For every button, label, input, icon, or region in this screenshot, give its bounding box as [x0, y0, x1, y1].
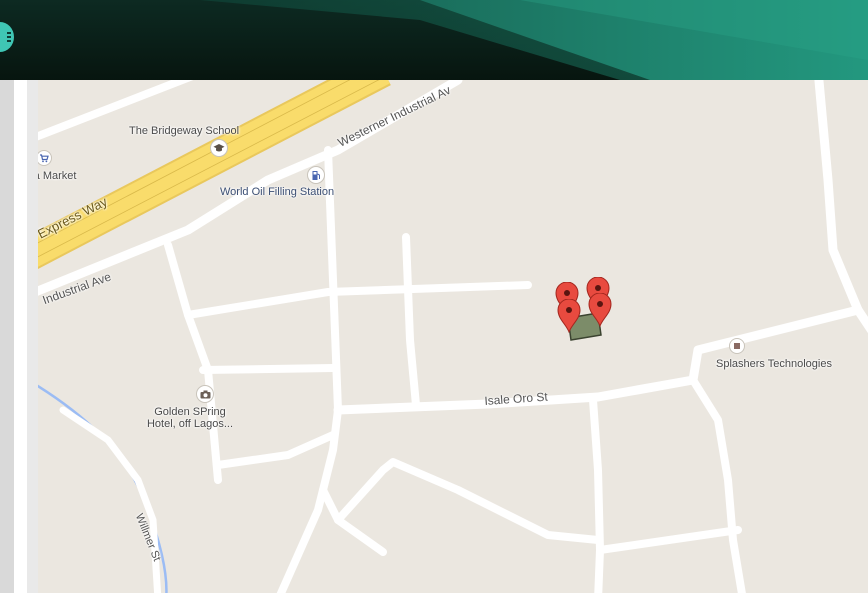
- map-roads: [38, 80, 868, 593]
- map-marker-icon[interactable]: [557, 298, 581, 334]
- label-golden-spring-line1: Golden SPring: [154, 406, 226, 418]
- label-splashers: Splashers Technologies: [716, 358, 832, 370]
- map-marker-icon[interactable]: [588, 292, 612, 328]
- app-header: [0, 0, 868, 80]
- header-decoration: [200, 0, 868, 80]
- fuel-pump-icon[interactable]: [307, 166, 325, 184]
- school-icon[interactable]: [210, 139, 228, 157]
- menu-icon: [7, 32, 11, 42]
- label-market: ra Market: [38, 170, 77, 182]
- label-world-oil: World Oil Filling Station: [220, 186, 335, 198]
- scroll-gutter[interactable]: [0, 80, 14, 593]
- panel-divider: [27, 80, 38, 593]
- business-icon[interactable]: [729, 338, 745, 354]
- label-bridgeway-school: The Bridgeway School: [129, 125, 240, 137]
- label-golden-spring-line2: Hotel, off Lagos...: [146, 418, 234, 430]
- left-panel-edge: [0, 80, 38, 593]
- label-golden-spring: Golden SPring Hotel, off Lagos...: [140, 406, 240, 430]
- map-view[interactable]: The Bridgeway School ra Market World Oil…: [38, 80, 868, 593]
- camera-icon[interactable]: [196, 385, 214, 403]
